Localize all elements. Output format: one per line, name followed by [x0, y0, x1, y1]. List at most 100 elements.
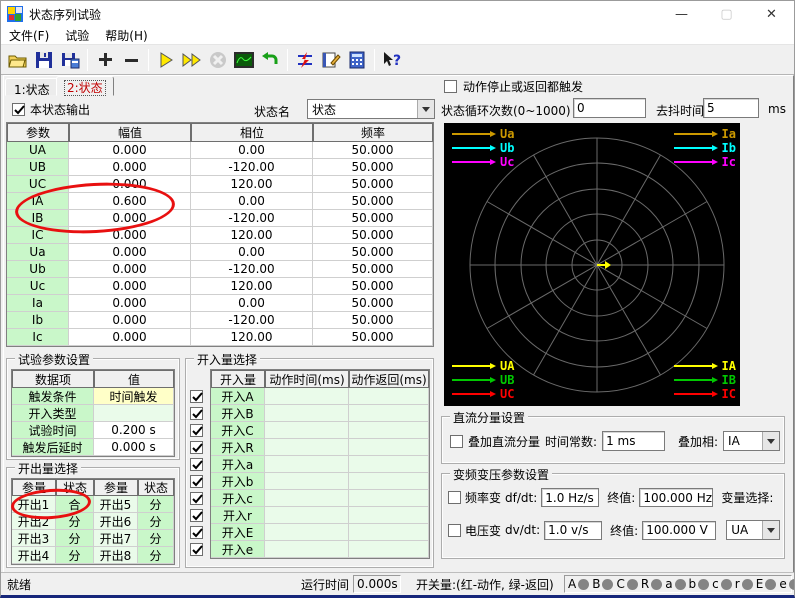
frequency-cell[interactable]: 50.000 — [313, 159, 433, 176]
phase-cell[interactable]: 120.00 — [191, 176, 313, 193]
output-state[interactable]: 合 — [56, 496, 94, 513]
input-row-checkbox[interactable] — [190, 390, 203, 403]
output-state[interactable]: 分 — [138, 496, 174, 513]
superimpose-phase-dropdown[interactable]: IA — [723, 431, 780, 451]
phase-cell[interactable]: 0.00 — [191, 142, 313, 159]
report-edit-icon[interactable] — [318, 47, 344, 73]
phase-cell[interactable]: 0.00 — [191, 244, 313, 261]
trigger-condition-value[interactable]: 时间触发 — [94, 388, 174, 405]
chevron-down-icon[interactable] — [762, 432, 779, 450]
test-time-value[interactable]: 0.200 s — [94, 422, 174, 439]
phase-cell[interactable]: 0.00 — [191, 295, 313, 312]
menu-test[interactable]: 试验 — [57, 27, 97, 44]
waveform-icon[interactable] — [231, 47, 257, 73]
time-constant-input[interactable]: 1 ms — [602, 431, 665, 451]
save-icon[interactable] — [31, 47, 57, 73]
state-name-dropdown[interactable]: 状态 — [307, 99, 435, 119]
amplitude-cell[interactable]: 0.000 — [69, 176, 191, 193]
undo-icon[interactable] — [257, 47, 283, 73]
phase-cell[interactable]: -120.00 — [191, 210, 313, 227]
output-state[interactable]: 分 — [56, 513, 94, 530]
amplitude-cell[interactable]: 0.000 — [69, 244, 191, 261]
help-icon[interactable]: ? — [379, 47, 405, 73]
input-row-checkbox[interactable] — [190, 543, 203, 556]
volt-ramp-checkbox[interactable] — [448, 524, 461, 537]
amplitude-cell[interactable]: 0.000 — [69, 312, 191, 329]
frequency-cell[interactable]: 50.000 — [313, 227, 433, 244]
amplitude-cell[interactable]: 0.000 — [69, 142, 191, 159]
output-state[interactable]: 分 — [138, 513, 174, 530]
frequency-cell[interactable]: 50.000 — [313, 278, 433, 295]
test-param-name: 触发条件 — [12, 388, 94, 405]
run-icon[interactable] — [153, 47, 179, 73]
amplitude-cell[interactable]: 0.000 — [69, 227, 191, 244]
action-time-cell — [265, 422, 349, 439]
menu-file[interactable]: 文件(F) — [1, 27, 57, 44]
save-report-icon[interactable] — [57, 47, 83, 73]
input-row-checkbox[interactable] — [190, 441, 203, 454]
tab-state-2[interactable]: 2:状态 — [56, 76, 114, 96]
param-table-header: 参数 — [7, 123, 69, 142]
input-row-checkbox[interactable] — [190, 475, 203, 488]
phase-cell[interactable]: -120.00 — [191, 261, 313, 278]
add-state-icon[interactable] — [92, 47, 118, 73]
dfdt-input[interactable]: 1.0 Hz/s — [541, 488, 599, 507]
frequency-cell[interactable]: 50.000 — [313, 142, 433, 159]
dvdt-input[interactable]: 1.0 v/s — [544, 521, 602, 540]
close-button[interactable]: ✕ — [749, 1, 794, 27]
trigger-mode-checkbox[interactable] — [444, 80, 457, 93]
input-row-checkbox[interactable] — [190, 458, 203, 471]
phase-cell[interactable]: 120.00 — [191, 227, 313, 244]
phase-cell[interactable]: 0.00 — [191, 193, 313, 210]
amplitude-cell[interactable]: 0.000 — [69, 278, 191, 295]
frequency-cell[interactable]: 50.000 — [313, 312, 433, 329]
frequency-cell[interactable]: 50.000 — [313, 261, 433, 278]
ramp-group-title: 变频变压参数设置 — [450, 466, 552, 483]
output-state[interactable]: 分 — [138, 547, 174, 564]
frequency-cell[interactable]: 50.000 — [313, 244, 433, 261]
amplitude-cell[interactable]: 0.000 — [69, 159, 191, 176]
amplitude-cell[interactable]: 0.000 — [69, 261, 191, 278]
loop-count-input[interactable]: 0 — [573, 98, 646, 118]
output-state[interactable]: 分 — [56, 547, 94, 564]
frequency-cell[interactable]: 50.000 — [313, 193, 433, 210]
sync-icon[interactable] — [292, 47, 318, 73]
freq-ramp-checkbox[interactable] — [448, 491, 461, 504]
dc-superimpose-checkbox[interactable] — [450, 435, 463, 448]
post-trigger-delay-value[interactable]: 0.000 s — [94, 439, 174, 456]
amplitude-cell[interactable]: 0.000 — [69, 329, 191, 346]
run-continuous-icon[interactable] — [179, 47, 205, 73]
minimize-button[interactable]: — — [659, 1, 704, 27]
input-row-checkbox[interactable] — [190, 509, 203, 522]
frequency-cell[interactable]: 50.000 — [313, 176, 433, 193]
freq-end-input[interactable]: 100.000 Hz — [639, 488, 713, 507]
input-row-checkbox[interactable] — [190, 407, 203, 420]
phase-cell[interactable]: -120.00 — [191, 312, 313, 329]
variable-select-dropdown[interactable]: UA — [726, 520, 780, 540]
input-type-value[interactable] — [94, 405, 174, 422]
debounce-input[interactable]: 5 — [703, 98, 759, 118]
input-row-checkbox[interactable] — [190, 492, 203, 505]
frequency-cell[interactable]: 50.000 — [313, 295, 433, 312]
remove-state-icon[interactable] — [118, 47, 144, 73]
phase-cell[interactable]: 120.00 — [191, 278, 313, 295]
state-output-checkbox[interactable] — [12, 103, 25, 116]
amplitude-cell[interactable]: 0.000 — [69, 210, 191, 227]
input-row-checkbox[interactable] — [190, 424, 203, 437]
menu-help[interactable]: 帮助(H) — [97, 27, 155, 44]
output-state[interactable]: 分 — [56, 530, 94, 547]
amplitude-cell[interactable]: 0.000 — [69, 295, 191, 312]
amplitude-cell[interactable]: 0.600 — [69, 193, 191, 210]
tab-state-1[interactable]: 1:状态 — [5, 78, 59, 96]
chevron-down-icon[interactable] — [417, 100, 434, 118]
chevron-down-icon[interactable] — [762, 521, 779, 539]
phase-cell[interactable]: -120.00 — [191, 159, 313, 176]
output-state[interactable]: 分 — [138, 530, 174, 547]
frequency-cell[interactable]: 50.000 — [313, 329, 433, 346]
frequency-cell[interactable]: 50.000 — [313, 210, 433, 227]
open-icon[interactable] — [5, 47, 31, 73]
input-row-checkbox[interactable] — [190, 526, 203, 539]
phase-cell[interactable]: 120.00 — [191, 329, 313, 346]
volt-end-input[interactable]: 100.000 V — [642, 521, 716, 540]
calculator-icon[interactable] — [344, 47, 370, 73]
